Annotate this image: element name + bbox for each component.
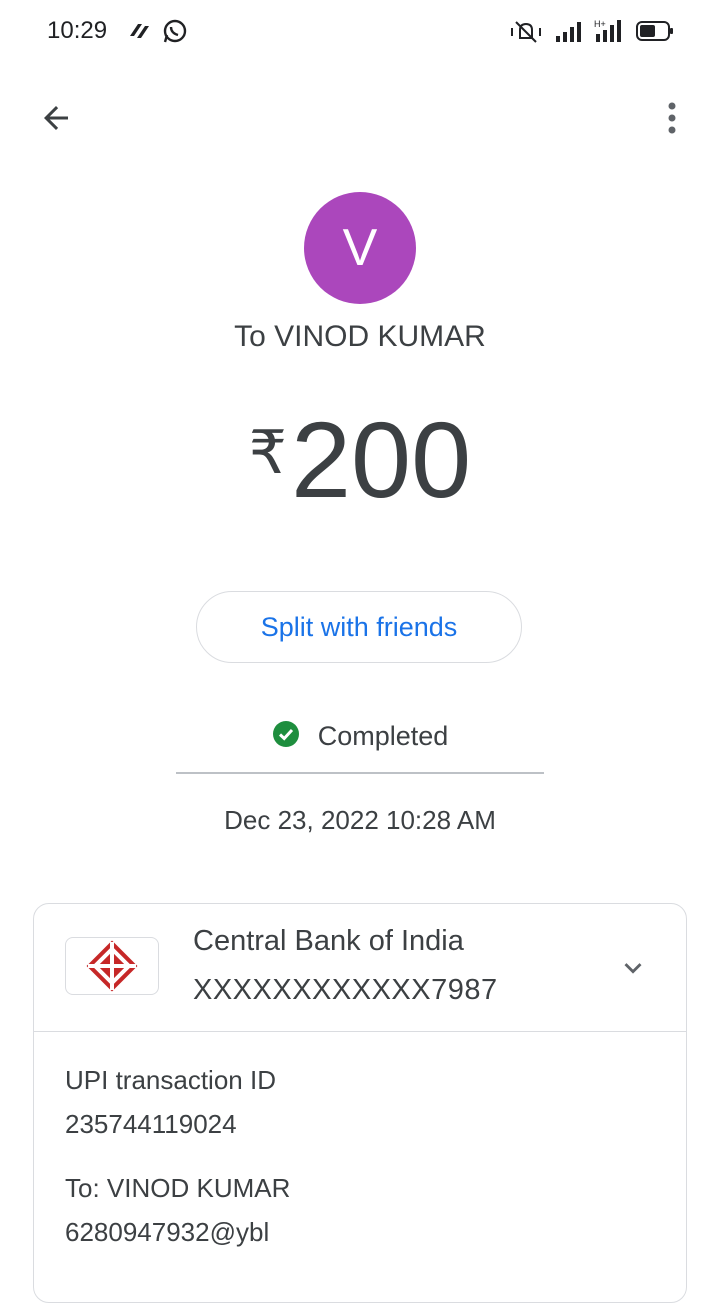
currency-symbol: ₹	[248, 419, 287, 486]
status-text: Completed	[317, 721, 449, 751]
transaction-datetime: Dec 23, 2022 10:28 AM	[224, 805, 496, 835]
more-options-button[interactable]	[648, 96, 696, 144]
to-upi-id: 6280947932@ybl	[65, 1217, 270, 1247]
amount-value: 200	[290, 399, 472, 520]
bank-account-number: XXXXXXXXXXXX7987	[193, 974, 498, 1006]
recipient-name: To VINOD KUMAR	[234, 320, 486, 353]
upi-transaction-id-label: UPI transaction ID	[65, 1065, 276, 1095]
back-button[interactable]	[32, 96, 80, 144]
chevron-down-icon[interactable]	[616, 951, 650, 990]
status-app-icons	[126, 18, 188, 49]
battery-icon	[636, 18, 674, 49]
bank-logo	[65, 937, 159, 995]
bank-account-row[interactable]: Central Bank of India XXXXXXXXXXXX7987	[34, 904, 686, 1032]
avatar: V	[304, 192, 416, 304]
app-notification-icon	[126, 18, 152, 49]
payment-amount: ₹ 200	[0, 400, 720, 520]
svg-text:H+: H+	[594, 19, 606, 29]
check-circle-icon	[272, 720, 300, 753]
signal-icon	[554, 18, 582, 49]
status-time: 10:29	[47, 17, 108, 44]
upi-transaction-id-value: 235744119024	[65, 1109, 237, 1139]
status-right-icons: H+	[510, 18, 674, 49]
transaction-details-card: Central Bank of India XXXXXXXXXXXX7987 U…	[33, 903, 687, 1303]
hplus-signal-icon: H+	[594, 18, 624, 49]
status-bar: 10:29 H+	[0, 0, 720, 64]
arrow-back-icon	[38, 100, 74, 141]
vibrate-icon	[510, 18, 542, 49]
more-vert-icon	[666, 100, 678, 141]
split-with-friends-button[interactable]: Split with friends	[196, 591, 522, 663]
to-label: To: VINOD KUMAR	[65, 1173, 291, 1203]
whatsapp-icon	[162, 18, 188, 49]
bank-name: Central Bank of India	[193, 925, 464, 957]
status-divider	[176, 772, 544, 774]
payment-status: Completed	[0, 720, 720, 753]
